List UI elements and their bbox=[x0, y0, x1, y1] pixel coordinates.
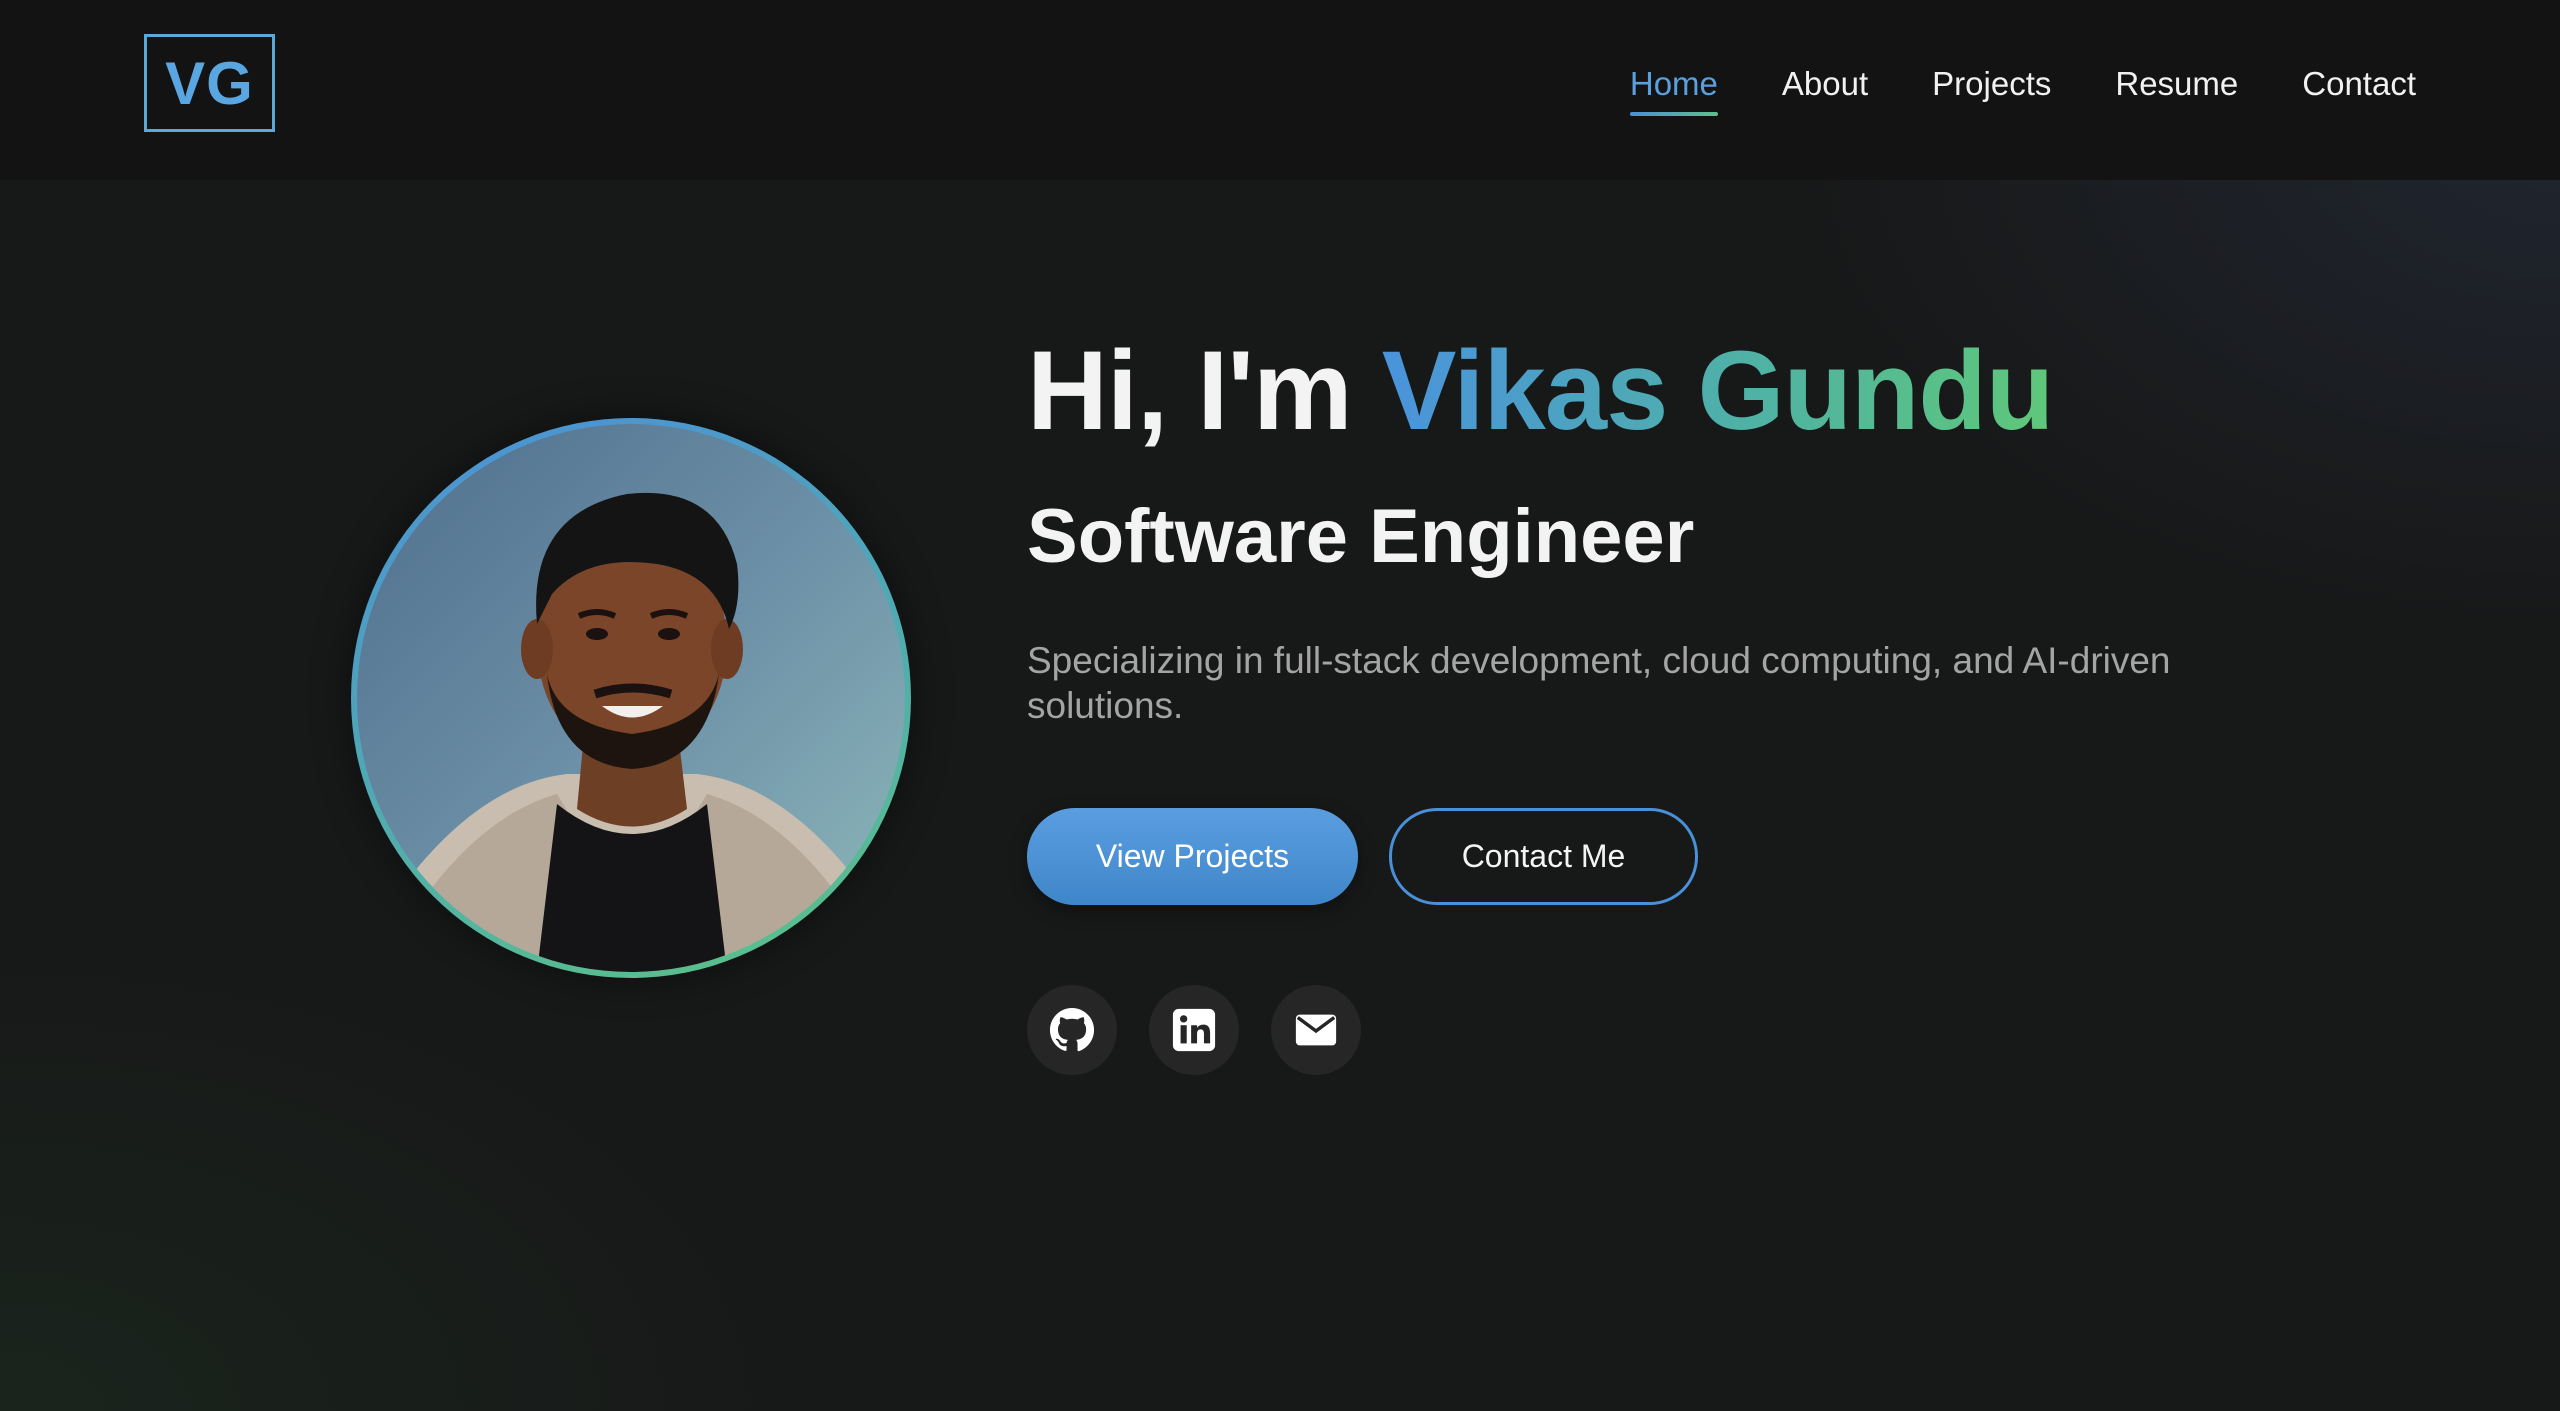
hero-description: Specializing in full-stack development, … bbox=[1027, 640, 2171, 726]
nav-projects[interactable]: Projects bbox=[1932, 60, 2051, 108]
nav-contact[interactable]: Contact bbox=[2302, 60, 2416, 108]
page: VG Home About Projects Resume Contact Hi… bbox=[0, 0, 2560, 1411]
profile-photo bbox=[351, 418, 911, 978]
linkedin-icon bbox=[1172, 1008, 1216, 1052]
email-icon bbox=[1295, 1014, 1337, 1046]
hero-title: Hi, I'm Vikas Gundu bbox=[1027, 326, 2055, 456]
contact-me-button[interactable]: Contact Me bbox=[1389, 808, 1698, 905]
email-link[interactable] bbox=[1271, 985, 1361, 1075]
nav-resume[interactable]: Resume bbox=[2115, 60, 2238, 108]
logo[interactable]: VG bbox=[144, 34, 275, 132]
hero-role: Software Engineer bbox=[1027, 494, 1695, 579]
hero-greeting: Hi, I'm bbox=[1027, 328, 1382, 453]
hero-name: Vikas Gundu bbox=[1381, 328, 2055, 453]
github-link[interactable] bbox=[1027, 985, 1117, 1075]
site-header: VG Home About Projects Resume Contact bbox=[0, 0, 2560, 180]
avatar bbox=[357, 424, 905, 972]
nav-home[interactable]: Home bbox=[1629, 60, 1718, 116]
social-links bbox=[1027, 985, 1361, 1075]
main-nav: Home About Projects Resume Contact bbox=[1629, 60, 2416, 120]
logo-text: VG bbox=[165, 49, 254, 117]
nav-about[interactable]: About bbox=[1782, 60, 1868, 108]
linkedin-link[interactable] bbox=[1149, 985, 1239, 1075]
view-projects-button[interactable]: View Projects bbox=[1027, 808, 1358, 905]
person-portrait-image bbox=[385, 492, 877, 972]
github-icon bbox=[1049, 1007, 1095, 1052]
